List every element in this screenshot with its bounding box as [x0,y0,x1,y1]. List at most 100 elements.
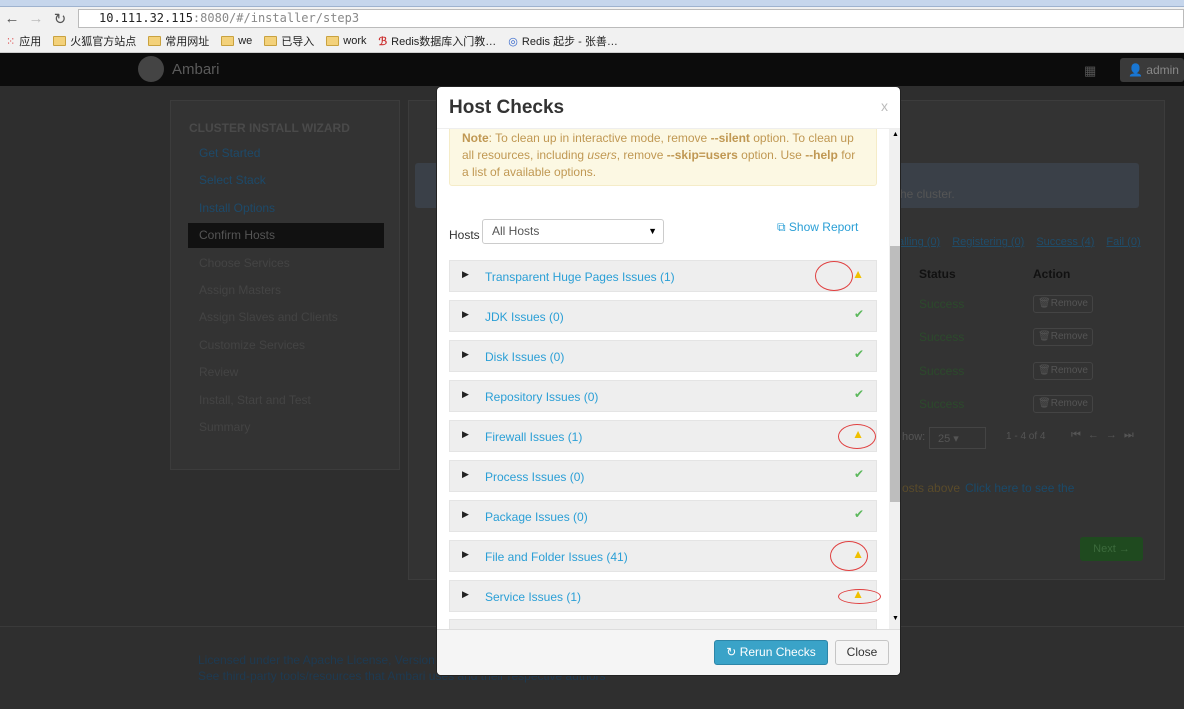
check-label[interactable]: File and Folder Issues (41) [485,550,628,564]
sidebar-step[interactable]: Summary [188,415,384,440]
sidebar-step[interactable]: Choose Services [188,251,384,276]
sidebar-step[interactable]: Assign Slaves and Clients [188,305,384,330]
warning-text: osts above [902,481,961,495]
bookmark-folder[interactable]: 火狐官方站点 [53,33,136,49]
expand-caret-icon[interactable]: ▶ [462,429,469,440]
sidebar-title: CLUSTER INSTALL WIZARD [189,121,350,135]
check-icon: ✔ [853,507,864,521]
views-grid-icon[interactable]: ▦ [1084,63,1096,79]
host-status: Success [919,330,965,345]
remove-host-button[interactable]: 🗑Remove [1033,361,1093,380]
sidebar-step[interactable]: Install, Start and Test [188,388,384,413]
check-label[interactable]: Transparent Huge Pages Issues (1) [485,270,675,284]
bookmark-folder[interactable]: 已导入 [264,33,314,49]
check-row[interactable]: ▶ Package Issues (0) ✔ [449,500,877,532]
bookmark-folder[interactable]: work [326,35,367,47]
hosts-select[interactable]: All Hosts ▼ [482,219,664,244]
sidebar-step[interactable]: Review [188,360,384,385]
expand-caret-icon[interactable]: ▶ [462,509,469,520]
modal-footer: ↻ Rerun Checks Close [437,629,900,675]
check-label[interactable]: Disk Issues (0) [485,350,564,364]
expand-caret-icon[interactable]: ▶ [462,389,469,400]
bookmark-label: Redis 起步 - 张善… [521,36,618,48]
next-button[interactable]: Next → [1080,537,1143,561]
bookmark-apps[interactable]: ⁙ 应用 [6,33,41,49]
bookmark-label: Redis数据库入门教… [391,36,497,48]
expand-caret-icon[interactable]: ▶ [462,589,469,600]
check-row[interactable]: ▶ Service Issues (1) ▲ [449,580,877,612]
remove-host-button[interactable]: 🗑Remove [1033,295,1093,313]
remove-host-button[interactable]: 🗑Remove [1033,394,1093,413]
note-text: , remove [616,148,667,162]
hosts-select-value: All Hosts [492,224,540,238]
sidebar-step[interactable]: Assign Masters [188,278,384,303]
remove-host-button[interactable]: 🗑Remove [1033,328,1093,347]
annotation-circle [838,588,881,604]
bookmark-redis[interactable]: ℬ Redis数据库入门教… [379,33,497,49]
brand-name[interactable]: Ambari [172,61,220,78]
bookmark-redis-start[interactable]: ◎ Redis 起步 - 张善… [508,33,618,49]
sidebar-step[interactable]: Confirm Hosts [188,223,384,249]
note-text: : To clean up in interactive mode, remov… [488,131,711,145]
note-italic: users [587,148,617,162]
license-text[interactable]: Licensed under the Apache License, Versi… [198,653,435,667]
sidebar-step[interactable]: Get Started [188,141,384,166]
scroll-down-icon[interactable]: ▼ [892,615,899,622]
filter-registering[interactable]: Registering (0) [952,236,1024,248]
filter-installing[interactable]: alling (0) [898,236,940,248]
check-label[interactable]: Firewall Issues (1) [485,430,582,444]
check-row[interactable]: ▶ Process Issues (0) ✔ [449,460,877,492]
warning-link[interactable]: Click here to see the [965,481,1074,495]
column-status: Status [919,267,956,281]
check-row[interactable]: ▶ Transparent Huge Pages Issues (1) ▲ [449,260,877,292]
url-path: :8080/#/installer/step3 [192,11,360,25]
expand-caret-icon[interactable]: ▶ [462,469,469,480]
forward-icon[interactable]: → [24,10,48,27]
page-size-select[interactable]: 25 ▾ [929,427,986,449]
expand-caret-icon[interactable]: ▶ [462,549,469,560]
expand-caret-icon[interactable]: ▶ [462,349,469,360]
check-label[interactable]: JDK Issues (0) [485,310,564,324]
back-icon[interactable]: ← [0,10,24,27]
check-label[interactable]: Service Issues (1) [485,590,581,604]
check-label[interactable]: Package Issues (0) [485,510,588,524]
expand-caret-icon[interactable]: ▶ [462,309,469,320]
folder-icon [53,36,67,46]
scrollbar-thumb[interactable] [890,246,900,502]
remove-label: Remove [1050,298,1088,309]
close-button[interactable]: Close [835,640,889,665]
folder-icon [264,36,278,46]
check-label[interactable]: Process Issues (0) [485,470,584,484]
note-label: Note [462,131,489,145]
sidebar-step[interactable]: Install Options [188,196,384,221]
filter-fail[interactable]: Fail (0) [1106,236,1140,248]
check-row[interactable]: ▶ Repository Issues (0) ✔ [449,380,877,412]
check-row[interactable]: ▶ Firewall Issues (1) ▲ [449,420,877,452]
user-menu[interactable]: 👤 admin [1120,58,1184,82]
show-report-link[interactable]: ⧉ Show Report [777,220,858,235]
address-bar[interactable]: 10.111.32.115:8080/#/installer/step3 [78,9,1184,28]
check-row-partial[interactable] [449,619,877,629]
note-flag: --silent [710,131,750,145]
rerun-checks-button[interactable]: ↻ Rerun Checks [714,640,828,665]
reload-icon[interactable]: ↻ [48,10,72,28]
sidebar-step[interactable]: Customize Services [188,333,384,358]
rerun-label: Rerun Checks [739,645,816,659]
check-row[interactable]: ▶ File and Folder Issues (41) ▲ [449,540,877,572]
sidebar-step[interactable]: Select Stack [188,168,384,193]
refresh-icon: ↻ [726,645,737,659]
expand-caret-icon[interactable]: ▶ [462,269,469,280]
scroll-up-icon[interactable]: ▲ [892,131,899,138]
modal-close-icon[interactable]: x [881,98,888,114]
remove-label: Remove [1050,397,1088,409]
check-row[interactable]: ▶ JDK Issues (0) ✔ [449,300,877,332]
filter-success[interactable]: Success (4) [1036,236,1094,248]
browser-toolbar: ← → ↻ 10.111.32.115:8080/#/installer/ste… [0,7,1184,30]
caret-down-icon: ▼ [648,226,657,236]
show-label: how: [902,431,926,443]
check-row[interactable]: ▶ Disk Issues (0) ✔ [449,340,877,372]
bookmark-folder[interactable]: we [221,35,252,47]
check-label[interactable]: Repository Issues (0) [485,390,598,404]
pagination-icons[interactable]: ⏮←→⏭ [1071,429,1141,442]
bookmark-folder[interactable]: 常用网址 [148,33,209,49]
